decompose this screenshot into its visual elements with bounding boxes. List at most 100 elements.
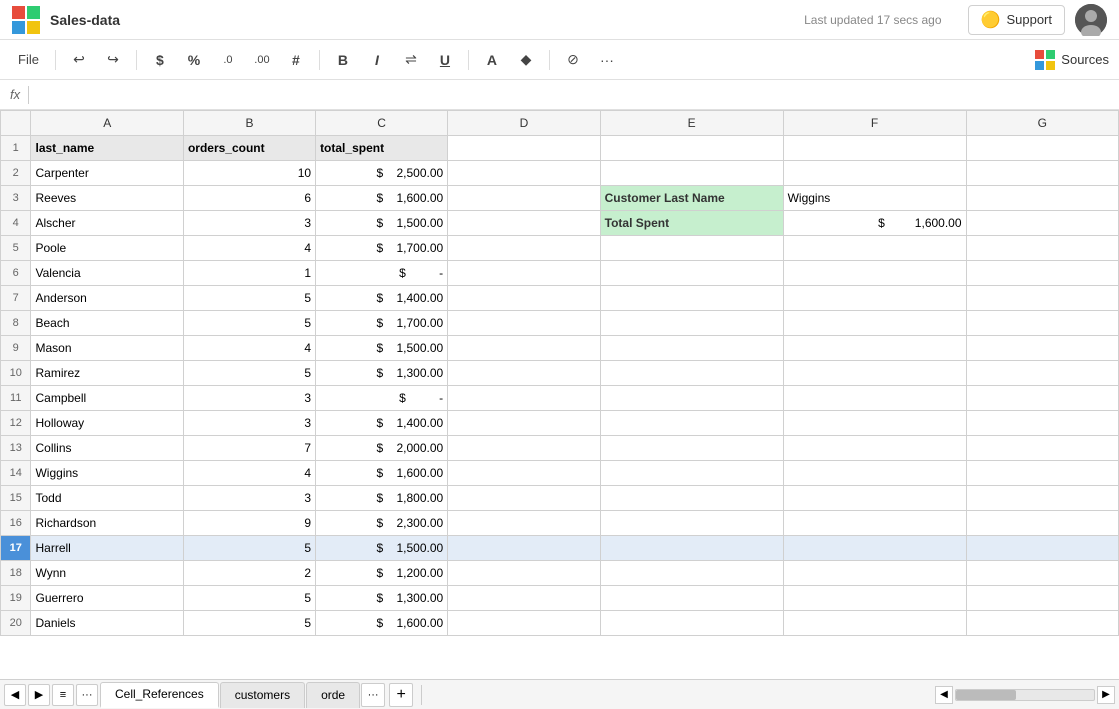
tab-customers[interactable]: customers <box>220 682 305 708</box>
cell-c11[interactable]: $ - <box>316 386 448 411</box>
cell-b1[interactable]: orders_count <box>183 136 315 161</box>
col-header-b[interactable]: B <box>183 111 315 136</box>
cell-c1[interactable]: total_spent <box>316 136 448 161</box>
cell-g12[interactable] <box>966 411 1118 436</box>
cell-a17[interactable]: Harrell <box>31 536 183 561</box>
cell-a16[interactable]: Richardson <box>31 511 183 536</box>
cell-e18[interactable] <box>600 561 783 586</box>
cell-d18[interactable] <box>448 561 600 586</box>
cell-e15[interactable] <box>600 486 783 511</box>
support-button[interactable]: 🟡 Support <box>968 5 1065 35</box>
tab-add-button[interactable]: + <box>389 683 413 707</box>
cell-g8[interactable] <box>966 311 1118 336</box>
hash-format-button[interactable]: # <box>281 46 311 74</box>
cell-e14[interactable] <box>600 461 783 486</box>
no-border-button[interactable]: ⊘ <box>558 46 588 74</box>
cell-c17[interactable]: $ 1,500.00 <box>316 536 448 561</box>
cell-a19[interactable]: Guerrero <box>31 586 183 611</box>
undo-button[interactable]: ↩ <box>64 46 94 74</box>
cell-f12[interactable] <box>783 411 966 436</box>
cell-g19[interactable] <box>966 586 1118 611</box>
cell-d17[interactable] <box>448 536 600 561</box>
cell-c16[interactable]: $ 2,300.00 <box>316 511 448 536</box>
cell-e5[interactable] <box>600 236 783 261</box>
file-button[interactable]: File <box>10 46 47 74</box>
cell-e6[interactable] <box>600 261 783 286</box>
col-header-g[interactable]: G <box>966 111 1118 136</box>
cell-d9[interactable] <box>448 336 600 361</box>
cell-b7[interactable]: 5 <box>183 286 315 311</box>
cell-a7[interactable]: Anderson <box>31 286 183 311</box>
cell-g4[interactable] <box>966 211 1118 236</box>
tab-orde[interactable]: orde <box>306 682 360 708</box>
cell-a2[interactable]: Carpenter <box>31 161 183 186</box>
cell-g16[interactable] <box>966 511 1118 536</box>
cell-f10[interactable] <box>783 361 966 386</box>
cell-a8[interactable]: Beach <box>31 311 183 336</box>
cell-b15[interactable]: 3 <box>183 486 315 511</box>
col-header-d[interactable]: D <box>448 111 600 136</box>
cell-g17[interactable] <box>966 536 1118 561</box>
cell-c20[interactable]: $ 1,600.00 <box>316 611 448 636</box>
decimal-dec-button[interactable]: .0 <box>213 46 243 74</box>
align-button[interactable]: ⇌ <box>396 46 426 74</box>
cell-e20[interactable] <box>600 611 783 636</box>
cell-e7[interactable] <box>600 286 783 311</box>
percent-format-button[interactable]: % <box>179 46 209 74</box>
cell-e9[interactable] <box>600 336 783 361</box>
cell-a10[interactable]: Ramirez <box>31 361 183 386</box>
cell-a4[interactable]: Alscher <box>31 211 183 236</box>
cell-c13[interactable]: $ 2,000.00 <box>316 436 448 461</box>
dollar-format-button[interactable]: $ <box>145 46 175 74</box>
cell-d2[interactable] <box>448 161 600 186</box>
user-avatar[interactable] <box>1075 4 1107 36</box>
cell-c12[interactable]: $ 1,400.00 <box>316 411 448 436</box>
cell-g20[interactable] <box>966 611 1118 636</box>
cell-g3[interactable] <box>966 186 1118 211</box>
cell-a15[interactable]: Todd <box>31 486 183 511</box>
fill-color-button[interactable]: ◆ <box>511 46 541 74</box>
tab-nav-next-button[interactable]: ▶ <box>28 684 50 706</box>
cell-b4[interactable]: 3 <box>183 211 315 236</box>
hscroll-track[interactable] <box>955 689 1095 701</box>
cell-d7[interactable] <box>448 286 600 311</box>
cell-b11[interactable]: 3 <box>183 386 315 411</box>
cell-g9[interactable] <box>966 336 1118 361</box>
cell-d14[interactable] <box>448 461 600 486</box>
cell-c5[interactable]: $ 1,700.00 <box>316 236 448 261</box>
cell-f9[interactable] <box>783 336 966 361</box>
italic-button[interactable]: I <box>362 46 392 74</box>
cell-f13[interactable] <box>783 436 966 461</box>
cell-c9[interactable]: $ 1,500.00 <box>316 336 448 361</box>
cell-a5[interactable]: Poole <box>31 236 183 261</box>
cell-c18[interactable]: $ 1,200.00 <box>316 561 448 586</box>
cell-d20[interactable] <box>448 611 600 636</box>
cell-d5[interactable] <box>448 236 600 261</box>
bold-button[interactable]: B <box>328 46 358 74</box>
cell-f5[interactable] <box>783 236 966 261</box>
cell-b12[interactable]: 3 <box>183 411 315 436</box>
cell-d4[interactable] <box>448 211 600 236</box>
cell-g6[interactable] <box>966 261 1118 286</box>
cell-f20[interactable] <box>783 611 966 636</box>
hscroll-end-button[interactable]: ▶ <box>1097 686 1115 704</box>
cell-b10[interactable]: 5 <box>183 361 315 386</box>
cell-d12[interactable] <box>448 411 600 436</box>
cell-d19[interactable] <box>448 586 600 611</box>
cell-a20[interactable]: Daniels <box>31 611 183 636</box>
cell-c10[interactable]: $ 1,300.00 <box>316 361 448 386</box>
cell-d15[interactable] <box>448 486 600 511</box>
cell-e10[interactable] <box>600 361 783 386</box>
cell-c14[interactable]: $ 1,600.00 <box>316 461 448 486</box>
col-header-a[interactable]: A <box>31 111 183 136</box>
cell-e16[interactable] <box>600 511 783 536</box>
tab-cell-references[interactable]: Cell_References <box>100 682 219 708</box>
cell-e1[interactable] <box>600 136 783 161</box>
cell-f1[interactable] <box>783 136 966 161</box>
decimal-inc-button[interactable]: .00 <box>247 46 277 74</box>
cell-c19[interactable]: $ 1,300.00 <box>316 586 448 611</box>
cell-c2[interactable]: $ 2,500.00 <box>316 161 448 186</box>
cell-g14[interactable] <box>966 461 1118 486</box>
cell-c7[interactable]: $ 1,400.00 <box>316 286 448 311</box>
cell-g11[interactable] <box>966 386 1118 411</box>
